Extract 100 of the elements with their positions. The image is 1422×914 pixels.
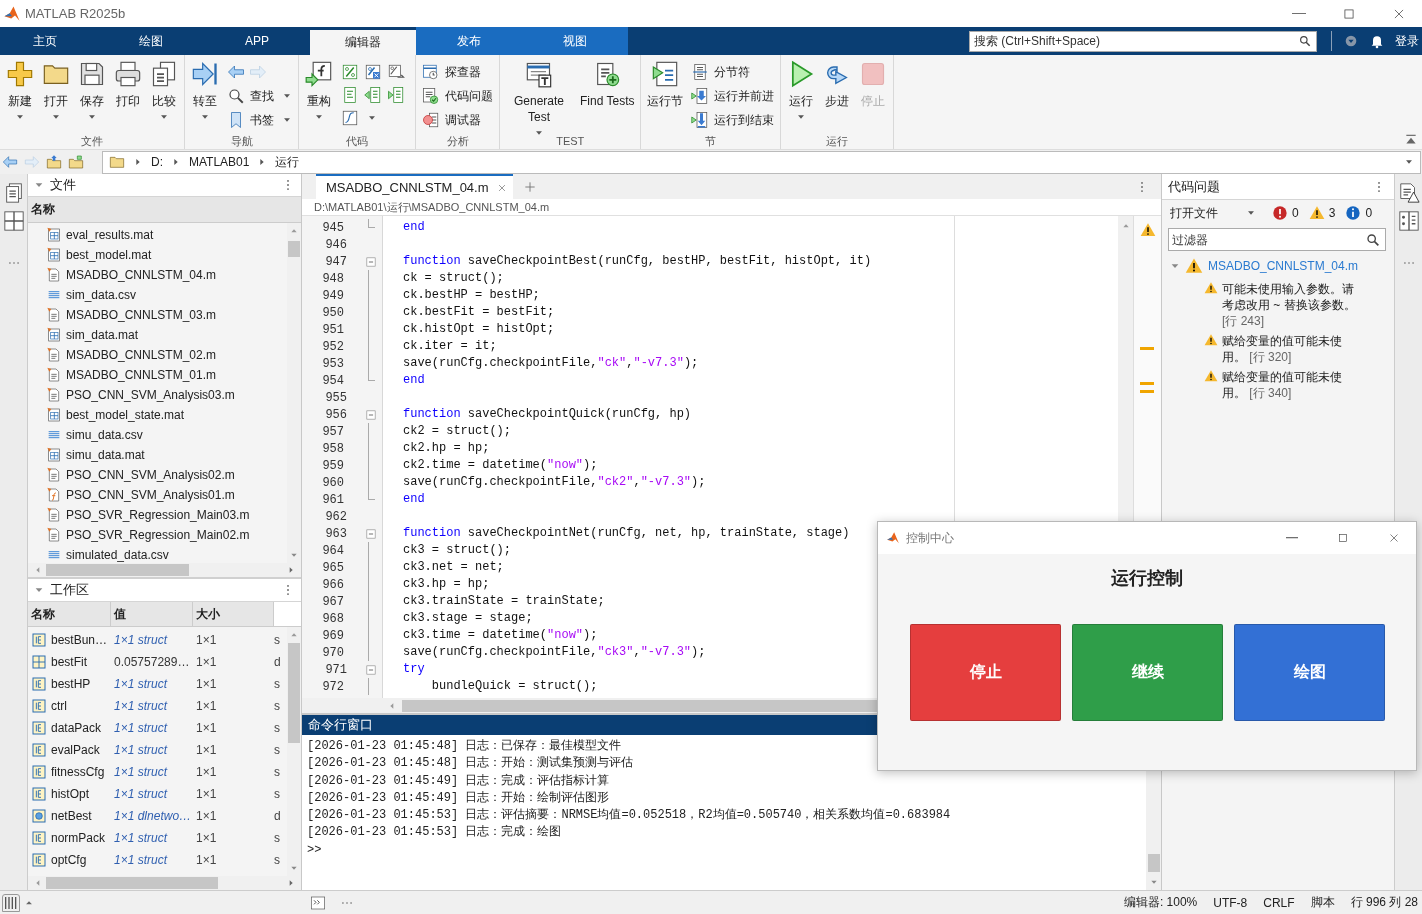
back-button[interactable] (227, 63, 245, 81)
file-name[interactable]: MSADBO_CNNLSTM_03.m (66, 308, 217, 322)
add-tab-icon[interactable] (522, 179, 537, 194)
file-name[interactable]: MSADBO_CNNLSTM_01.m (66, 368, 217, 382)
toolbar-button[interactable]: 运行 (783, 60, 820, 122)
path-segment[interactable]: 运行 (275, 153, 300, 171)
collapse-icon[interactable] (366, 256, 376, 267)
collapse-icon[interactable] (366, 664, 376, 675)
file-name[interactable]: simu_data.csv (66, 428, 143, 442)
issue-message[interactable]: 赋给变量的值可能未使用。 [行 320] (1222, 333, 1362, 365)
ribbon-tab[interactable]: 发布 (416, 27, 522, 55)
ribbon-tab[interactable]: 主页 (0, 27, 98, 55)
scrollbar[interactable] (287, 223, 301, 563)
warning-icon[interactable] (1139, 222, 1156, 238)
file-name[interactable]: PSO_CNN_SVM_Analysis02.m (66, 468, 235, 482)
file-name[interactable]: PSO_SVR_Regression_Main03.m (66, 508, 250, 522)
scroll-thumb[interactable] (288, 241, 300, 257)
variable-name[interactable]: netBest (51, 809, 92, 823)
scroll-thumb[interactable] (46, 564, 189, 576)
variable-name[interactable]: bestBun… (51, 633, 108, 647)
variable-name[interactable]: optCfg (51, 853, 87, 867)
dropdown-icon[interactable] (1343, 33, 1359, 49)
sign-in-link[interactable]: 登录 (1395, 32, 1419, 50)
warning-marker[interactable] (1140, 347, 1154, 350)
toolbar-button[interactable]: 书签 (227, 111, 274, 129)
column-header[interactable]: 名称 (28, 602, 111, 626)
toolbar-button[interactable]: 分节符 (691, 63, 751, 81)
toolbar-button[interactable]: 查找 (227, 87, 274, 105)
back-icon[interactable] (2, 154, 18, 170)
variable-name[interactable]: bestHP (51, 677, 91, 691)
scroll-thumb[interactable] (1147, 854, 1160, 872)
toolbar-button[interactable]: 探查器 (422, 63, 481, 81)
variable-name[interactable]: ctrl (51, 699, 67, 713)
editor-tab[interactable]: MSADBO_CNNLSTM_04.m (316, 174, 513, 199)
toolbar-button[interactable] (387, 85, 405, 104)
toolbar-button[interactable]: 代码问题 (422, 87, 493, 105)
scope-dropdown[interactable]: 打开文件 (1170, 204, 1256, 222)
file-name[interactable]: sim_data.csv (66, 288, 137, 302)
info-icon[interactable] (1345, 205, 1362, 221)
scroll-arrow-icon[interactable] (1121, 222, 1130, 230)
scroll-arrow-icon[interactable] (1149, 878, 1158, 886)
scroll-arrow-icon[interactable] (290, 631, 298, 639)
ribbon-tab[interactable]: 编辑器 (310, 30, 416, 55)
expand-icon[interactable] (1170, 261, 1180, 271)
toolbar-button[interactable]: 步进 (819, 60, 856, 109)
toolbar-button[interactable] (387, 62, 405, 81)
ribbon-tab[interactable]: 绘图 (98, 27, 204, 55)
collapse-ribbon-icon[interactable] (1404, 133, 1418, 147)
scroll-arrow-icon[interactable] (34, 879, 42, 887)
toolbar-button[interactable]: 运行并前进 (691, 87, 775, 105)
issue-message[interactable]: 赋给变量的值可能未使用。 [行 340] (1222, 369, 1362, 401)
file-name[interactable]: simu_data.mat (66, 448, 145, 462)
variable-name[interactable]: bestFit (51, 655, 87, 669)
toolbar-button[interactable]: 运行节 (643, 60, 688, 109)
filter-field[interactable]: 过滤器 (1168, 228, 1386, 251)
toolbar-button[interactable] (341, 85, 359, 104)
file-name[interactable]: PSO_SVR_Regression_Main02.m (66, 528, 250, 542)
scrollbar[interactable] (287, 627, 301, 876)
file-name[interactable]: best_model_state.mat (66, 408, 185, 422)
browse-folder-icon[interactable] (68, 154, 84, 170)
grid-icon[interactable] (2, 210, 25, 232)
toolbar-button[interactable]: Generate Test (502, 60, 576, 138)
scroll-arrow-icon[interactable] (290, 227, 298, 235)
warning-marker[interactable] (1140, 390, 1154, 393)
variable-name[interactable]: histOpt (51, 787, 89, 801)
scroll-thumb[interactable] (46, 877, 218, 889)
toolbar-button[interactable] (341, 62, 359, 81)
scroll-thumb[interactable] (288, 643, 300, 743)
close-icon[interactable] (496, 182, 507, 193)
collapse-icon[interactable] (34, 585, 44, 595)
toolbar-button[interactable]: 打印 (110, 60, 146, 109)
panel-layout-icon[interactable] (2, 893, 20, 912)
split-document-icon[interactable] (1397, 210, 1420, 232)
toolbar-button[interactable]: 新建 (2, 60, 38, 122)
address-field[interactable]: D: MATLAB01 运行 (102, 150, 1421, 174)
toolbar-button[interactable] (364, 85, 382, 104)
file-name[interactable]: PSO_CNN_SVM_Analysis01.m (66, 488, 235, 502)
command-icon[interactable] (310, 894, 326, 911)
toolbar-button[interactable] (364, 62, 382, 81)
toolbar-button[interactable] (341, 108, 359, 127)
ribbon-tab[interactable]: APP (204, 27, 310, 55)
warning-icon[interactable] (1308, 205, 1325, 221)
warning-marker[interactable] (1140, 382, 1154, 385)
path-segment[interactable]: MATLAB01 (189, 155, 250, 169)
file-name[interactable]: eval_results.mat (66, 228, 154, 242)
file-name[interactable]: simulated_data.csv (66, 548, 169, 562)
code-issues-icon[interactable] (1397, 182, 1420, 204)
file-name[interactable]: sim_data.mat (66, 328, 139, 342)
ribbon-tab[interactable]: 视图 (522, 27, 628, 55)
action-button[interactable]: 绘图 (1234, 624, 1385, 721)
column-header[interactable]: 名称 (31, 201, 55, 218)
file-name[interactable]: PSO_CNN_SVM_Analysis03.m (66, 388, 235, 402)
toolbar-button[interactable]: 打开 (38, 60, 74, 122)
column-header[interactable]: 值 (111, 602, 193, 626)
toolbar-button[interactable]: 调试器 (422, 111, 481, 129)
error-icon[interactable] (1272, 205, 1288, 221)
toolbar-button[interactable]: 转至 (187, 60, 223, 122)
toolbar-button[interactable]: 保存 (74, 60, 110, 122)
command-prompt[interactable]: >> (307, 842, 322, 857)
variable-name[interactable]: evalPack (51, 743, 100, 757)
